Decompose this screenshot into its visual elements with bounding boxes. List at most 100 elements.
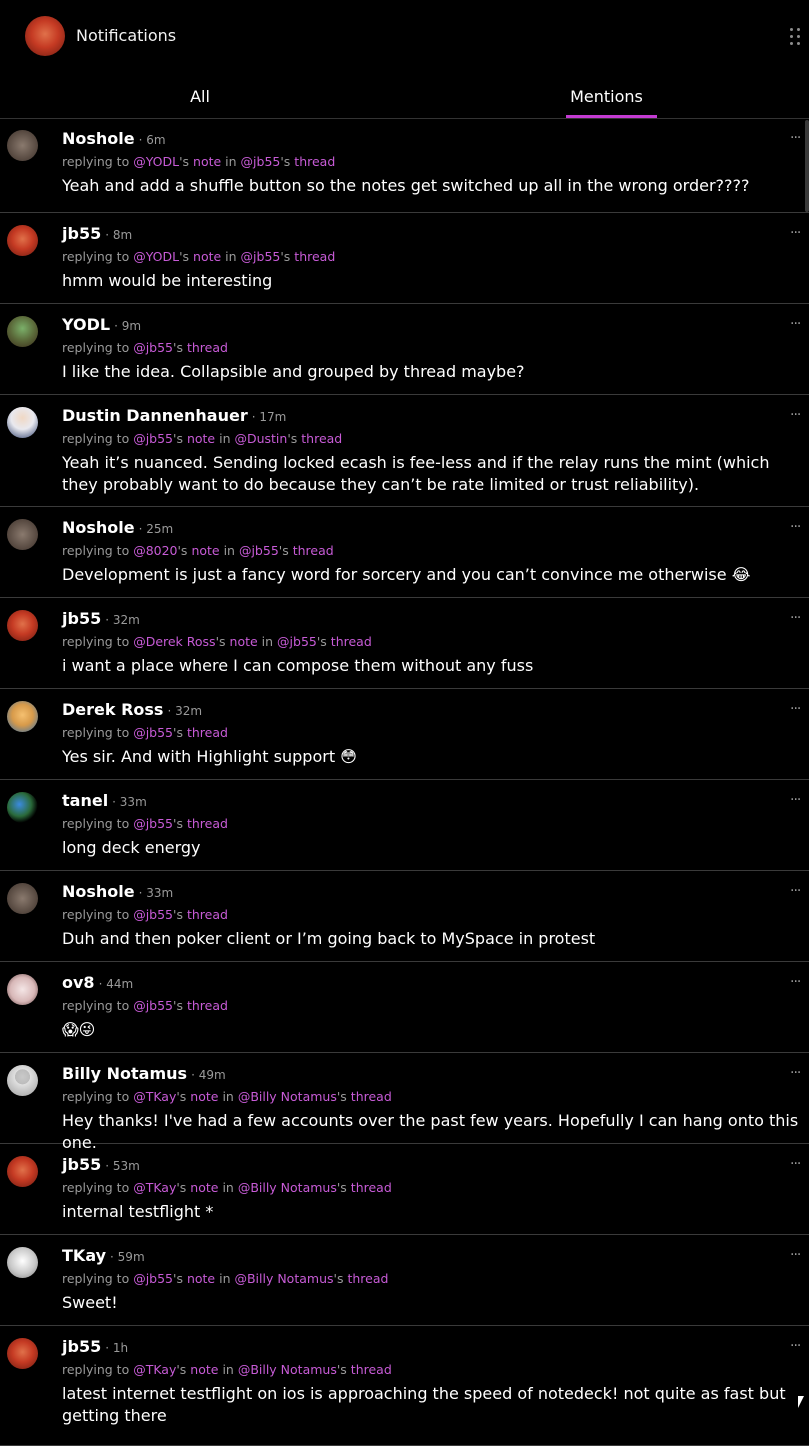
reply-link[interactable]: thread — [351, 1089, 392, 1104]
reply-link[interactable]: @8020 — [133, 543, 177, 558]
reply-link[interactable]: @Billy Notamus — [238, 1089, 337, 1104]
reply-link[interactable]: @Dustin — [234, 431, 287, 446]
author-name[interactable]: Dustin Dannenhauer — [62, 406, 248, 425]
reply-link[interactable]: note — [230, 634, 258, 649]
author-name[interactable]: Noshole — [62, 129, 135, 148]
note-content[interactable]: I like the idea. Collapsible and grouped… — [62, 361, 802, 383]
avatar[interactable] — [7, 1247, 38, 1278]
reply-link[interactable]: @jb55 — [133, 340, 173, 355]
note-content[interactable]: long deck energy — [62, 837, 802, 859]
reply-link[interactable]: @jb55 — [133, 907, 173, 922]
note-content[interactable]: i want a place where I can compose them … — [62, 655, 802, 677]
notification-item[interactable]: jb55 · 32m replying to @Derek Ross's note … — [0, 598, 809, 689]
reply-link[interactable]: @TKay — [133, 1089, 176, 1104]
reply-link[interactable]: @Billy Notamus — [234, 1271, 333, 1286]
reply-link[interactable]: @jb55 — [133, 1271, 173, 1286]
reply-link[interactable]: note — [190, 1362, 218, 1377]
reply-link[interactable]: thread — [331, 634, 372, 649]
reply-link[interactable]: note — [187, 1271, 215, 1286]
avatar[interactable] — [7, 792, 38, 823]
author-name[interactable]: ov8 — [62, 973, 95, 992]
note-content[interactable]: Sweet! — [62, 1292, 802, 1314]
author-name[interactable]: TKay — [62, 1246, 106, 1265]
author-name[interactable]: Billy Notamus — [62, 1064, 187, 1083]
notification-item[interactable]: TKay · 59m replying to @jb55's note in @Bi… — [0, 1235, 809, 1326]
more-options-icon[interactable]: ··· — [790, 974, 801, 990]
reply-link[interactable]: @jb55 — [133, 998, 173, 1013]
author-name[interactable]: jb55 — [62, 609, 101, 628]
more-options-icon[interactable]: ··· — [790, 792, 801, 808]
more-options-icon[interactable]: ··· — [790, 316, 801, 332]
reply-link[interactable]: thread — [293, 543, 334, 558]
reply-link[interactable]: thread — [347, 1271, 388, 1286]
reply-link[interactable]: @jb55 — [133, 725, 173, 740]
notification-item[interactable]: Billy Notamus · 49m replying to @TKay's no… — [0, 1053, 809, 1152]
author-name[interactable]: tanel — [62, 791, 108, 810]
author-name[interactable]: Noshole — [62, 882, 135, 901]
reply-link[interactable]: thread — [351, 1362, 392, 1377]
reply-link[interactable]: @jb55 — [239, 543, 279, 558]
notification-item[interactable]: jb55 · 8m replying to @YODL's note in @jb5… — [0, 213, 809, 304]
notification-item[interactable]: YODL · 9m replying to @jb55's thread I like… — [0, 304, 809, 395]
author-name[interactable]: Derek Ross — [62, 700, 163, 719]
more-options-icon[interactable]: ··· — [790, 1247, 801, 1263]
avatar[interactable] — [7, 519, 38, 550]
notification-item[interactable]: tanel · 33m replying to @jb55's thread long… — [0, 780, 809, 871]
author-name[interactable]: YODL — [62, 315, 110, 334]
reply-link[interactable]: note — [193, 249, 221, 264]
more-options-icon[interactable]: ··· — [790, 883, 801, 899]
user-avatar-icon[interactable] — [25, 16, 65, 56]
more-options-icon[interactable]: ··· — [790, 407, 801, 423]
reply-link[interactable]: @Billy Notamus — [238, 1362, 337, 1377]
note-content[interactable]: Yes sir. And with Highlight support 😳 — [62, 746, 802, 768]
note-content[interactable]: latest internet testflight on ios is app… — [62, 1383, 802, 1427]
reply-link[interactable]: thread — [187, 816, 228, 831]
reply-link[interactable]: @YODL — [133, 154, 179, 169]
author-name[interactable]: jb55 — [62, 224, 101, 243]
reply-link[interactable]: @jb55 — [133, 816, 173, 831]
avatar[interactable] — [7, 316, 38, 347]
reply-link[interactable]: thread — [301, 431, 342, 446]
drag-grip-icon[interactable] — [788, 26, 802, 46]
reply-link[interactable]: note — [190, 1089, 218, 1104]
tab-mentions[interactable]: Mentions — [404, 80, 809, 118]
reply-link[interactable]: @TKay — [133, 1362, 176, 1377]
reply-link[interactable]: thread — [294, 154, 335, 169]
more-options-icon[interactable]: ··· — [790, 519, 801, 535]
more-options-icon[interactable]: ··· — [790, 1156, 801, 1172]
reply-link[interactable]: thread — [294, 249, 335, 264]
note-content[interactable]: hmm would be interesting — [62, 270, 802, 292]
reply-link[interactable]: @jb55 — [133, 431, 173, 446]
note-content[interactable]: Yeah it’s nuanced. Sending locked ecash … — [62, 452, 802, 496]
reply-link[interactable]: @TKay — [133, 1180, 176, 1195]
more-options-icon[interactable]: ··· — [790, 701, 801, 717]
reply-link[interactable]: @Derek Ross — [133, 634, 215, 649]
notification-item[interactable]: Noshole · 33m replying to @jb55's thread Du… — [0, 871, 809, 962]
tab-all[interactable]: All — [0, 80, 400, 118]
note-content[interactable]: Duh and then poker client or I’m going b… — [62, 928, 802, 950]
reply-link[interactable]: note — [191, 543, 219, 558]
more-options-icon[interactable]: ··· — [790, 225, 801, 241]
more-options-icon[interactable]: ··· — [790, 610, 801, 626]
reply-link[interactable]: thread — [187, 340, 228, 355]
more-options-icon[interactable]: ··· — [790, 130, 801, 146]
notification-item[interactable]: Derek Ross · 32m replying to @jb55's threa… — [0, 689, 809, 780]
note-content[interactable]: internal testflight * — [62, 1201, 802, 1223]
reply-link[interactable]: @jb55 — [241, 249, 281, 264]
reply-link[interactable]: thread — [351, 1180, 392, 1195]
reply-link[interactable]: thread — [187, 907, 228, 922]
reply-link[interactable]: @jb55 — [241, 154, 281, 169]
avatar[interactable] — [7, 407, 38, 438]
reply-link[interactable]: thread — [187, 998, 228, 1013]
avatar[interactable] — [7, 701, 38, 732]
more-options-icon[interactable]: ··· — [790, 1065, 801, 1081]
notification-list[interactable]: Noshole · 6m replying to @YODL's note in @… — [0, 118, 809, 1446]
avatar[interactable] — [7, 1338, 38, 1369]
avatar[interactable] — [7, 974, 38, 1005]
reply-link[interactable]: note — [187, 431, 215, 446]
notification-item[interactable]: jb55 · 53m replying to @TKay's note in @Bi… — [0, 1144, 809, 1235]
more-options-icon[interactable]: ··· — [790, 1338, 801, 1354]
author-name[interactable]: jb55 — [62, 1337, 101, 1356]
notification-item[interactable]: Dustin Dannenhauer · 17m replying to @jb55… — [0, 395, 809, 507]
avatar[interactable] — [7, 883, 38, 914]
